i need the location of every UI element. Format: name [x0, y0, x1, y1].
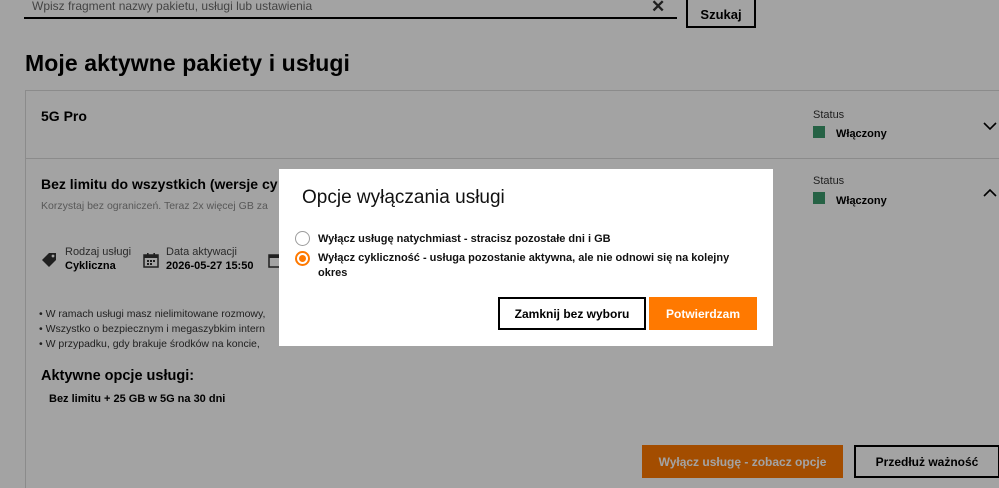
disable-options-dialog: Opcje wyłączania usługi Wyłącz usługę na…: [279, 169, 773, 346]
dialog-title: Opcje wyłączania usługi: [302, 187, 505, 208]
radio-disable-recurrence[interactable]: [295, 251, 310, 266]
radio-disable-now[interactable]: [295, 231, 310, 246]
confirm-button[interactable]: Potwierdzam: [649, 297, 757, 330]
close-without-choice-button[interactable]: Zamknij bez wyboru: [498, 297, 646, 330]
radio-selected-dot: [299, 255, 306, 262]
radio-label-disable-now[interactable]: Wyłącz usługę natychmiast - stracisz poz…: [318, 232, 611, 247]
radio-label-disable-recurrence[interactable]: Wyłącz cykliczność - usługa pozostanie a…: [318, 251, 748, 281]
